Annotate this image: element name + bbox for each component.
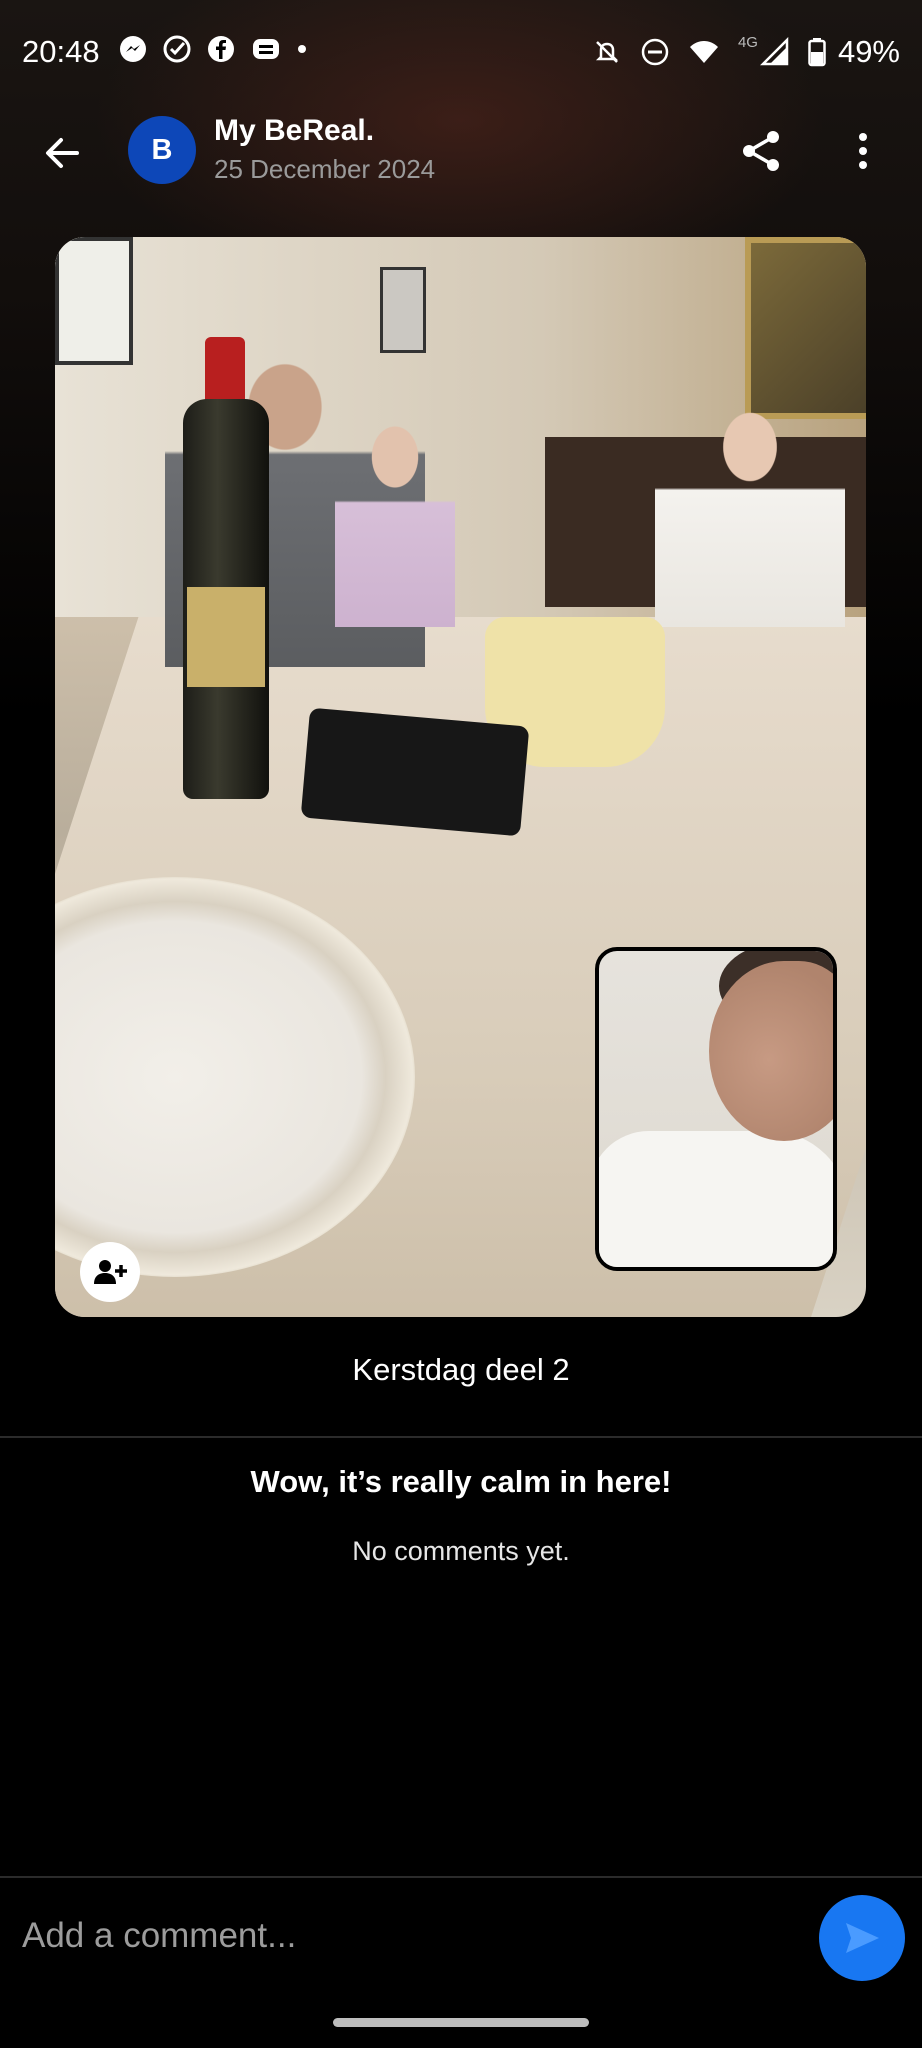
dot-icon: [298, 45, 306, 53]
do-not-disturb-icon: [641, 38, 669, 66]
send-button[interactable]: [819, 1895, 905, 1981]
tag-friend-button[interactable]: [80, 1242, 140, 1302]
page-title: My BeReal.: [214, 114, 375, 147]
home-indicator[interactable]: [333, 2018, 589, 2027]
person-add-icon: [94, 1260, 127, 1284]
printer-icon: [253, 39, 279, 59]
wifi-icon: [689, 41, 718, 63]
divider: [0, 1876, 922, 1878]
main-photo[interactable]: [55, 237, 866, 1317]
status-time: 20:48: [22, 34, 100, 69]
photo-bottle-label: [187, 587, 265, 687]
facebook-icon: [208, 36, 234, 62]
network-type: 4G: [737, 33, 758, 51]
system-status-icons: 4G 49%: [592, 34, 900, 70]
post-caption: Kerstdag deel 2: [352, 1352, 570, 1387]
messenger-icon: [120, 36, 146, 62]
post-header: B My BeReal. 25 December 2024: [0, 108, 922, 198]
check-circle-icon: [163, 35, 191, 63]
post-date: 25 December 2024: [214, 154, 436, 184]
share-button[interactable]: [736, 126, 786, 176]
photo-tray: [300, 707, 530, 837]
photo-person: [655, 387, 845, 627]
status-bar: 20:48 4G 49%: [0, 0, 922, 106]
divider: [0, 1436, 922, 1438]
photo-person: [335, 397, 455, 627]
avatar[interactable]: B: [128, 116, 196, 184]
battery-icon: [808, 38, 826, 67]
selfie-photo[interactable]: [595, 947, 837, 1271]
bell-off-icon: [595, 41, 618, 63]
more-options-button[interactable]: [838, 126, 888, 176]
selfie-shirt: [599, 1131, 833, 1267]
empty-comments-subtitle: No comments yet.: [352, 1536, 570, 1566]
battery-percentage: 49%: [837, 34, 900, 69]
comment-input[interactable]: [20, 1900, 804, 1972]
photo-wall-frame: [55, 237, 133, 365]
more-vertical-icon: [859, 133, 867, 169]
cellular-signal-icon: [759, 37, 789, 66]
empty-comments-title: Wow, it’s really calm in here!: [250, 1464, 672, 1499]
back-button[interactable]: [36, 128, 86, 178]
send-icon: [846, 1923, 879, 1953]
notification-icons: [118, 34, 308, 64]
share-icon: [743, 131, 779, 171]
arrow-left-icon: [46, 138, 79, 168]
